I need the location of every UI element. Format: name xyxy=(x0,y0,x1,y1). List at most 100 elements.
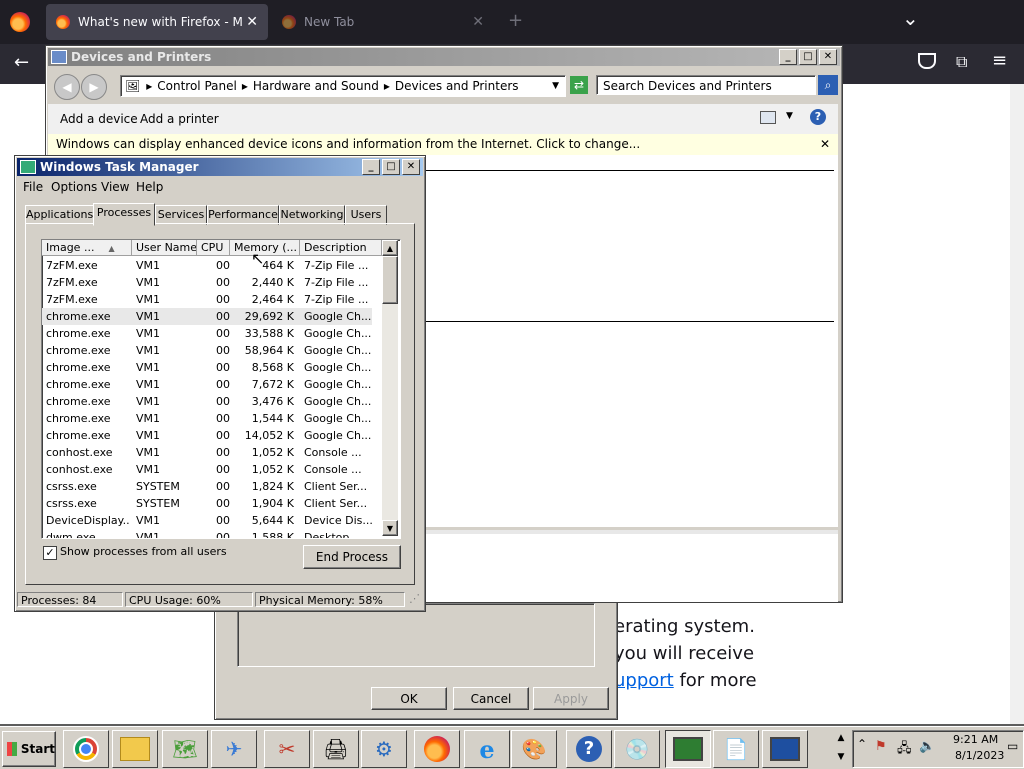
process-list[interactable]: Image ... ▲ User Name CPU Memory (... Des… xyxy=(41,239,401,539)
breadcrumb-devices-printers[interactable]: Devices and Printers xyxy=(395,79,519,93)
end-process-button[interactable]: End Process xyxy=(303,545,401,569)
task-manager-titlebar[interactable]: Windows Task Manager _ □ ✕ xyxy=(17,158,423,176)
menu-icon[interactable]: ≡ xyxy=(992,50,1007,71)
maximize-button[interactable]: □ xyxy=(382,159,400,175)
breadcrumb-hardware-sound[interactable]: Hardware and Sound xyxy=(253,79,379,93)
close-button[interactable]: ✕ xyxy=(402,159,420,175)
tab-networking[interactable]: Networking xyxy=(279,205,345,225)
vertical-scrollbar[interactable]: ▲ ▼ xyxy=(382,240,398,536)
minimize-button[interactable]: _ xyxy=(362,159,380,175)
process-row[interactable]: 7zFM.exe VM1 00 464 K 7-Zip File ... xyxy=(42,257,372,274)
process-row[interactable]: chrome.exe VM1 00 58,964 K Google Ch... xyxy=(42,342,372,359)
firefox-tab-new-tab[interactable]: New Tab ✕ xyxy=(272,4,494,40)
outlook-taskbar-icon[interactable]: ✈ xyxy=(211,730,257,768)
column-header-description[interactable]: Description xyxy=(300,240,382,256)
add-device-button[interactable]: Add a device xyxy=(60,112,138,126)
view-options-icon[interactable] xyxy=(760,111,776,124)
network-taskbar-icon[interactable]: 🗺 xyxy=(162,730,208,768)
firefox-view-icon[interactable] xyxy=(10,12,30,32)
firefox-taskbar-icon[interactable] xyxy=(414,730,460,768)
devices-titlebar[interactable]: Devices and Printers _ □ ✕ xyxy=(48,48,840,66)
process-row[interactable]: chrome.exe VM1 00 3,476 K Google Ch... xyxy=(42,393,372,410)
scroll-down-button[interactable]: ▼ xyxy=(382,520,398,536)
resize-grip-icon[interactable]: ⋰ xyxy=(409,592,420,605)
tab-services[interactable]: Services xyxy=(155,205,207,225)
process-row[interactable]: conhost.exe VM1 00 1,052 K Console ... xyxy=(42,444,372,461)
menu-options[interactable]: Options xyxy=(51,178,97,196)
list-all-tabs-icon[interactable]: ⌄ xyxy=(902,6,919,30)
process-row[interactable]: chrome.exe VM1 00 14,052 K Google Ch... xyxy=(42,427,372,444)
tab-applications[interactable]: Applications xyxy=(25,205,94,225)
task-manager-taskbar-icon[interactable] xyxy=(665,730,711,768)
process-row[interactable]: conhost.exe VM1 00 1,052 K Console ... xyxy=(42,461,372,478)
search-icon[interactable]: ⌕ xyxy=(818,75,838,95)
process-row[interactable]: DeviceDisplay... VM1 00 5,644 K Device Dis..… xyxy=(42,512,372,529)
show-all-users-checkbox[interactable]: ✓ xyxy=(43,546,57,560)
remote-desktop-taskbar-icon[interactable] xyxy=(762,730,808,768)
address-bar[interactable]: 🖼 ▸ Control Panel ▸ Hardware and Sound ▸… xyxy=(120,75,566,97)
minimize-button[interactable]: _ xyxy=(779,49,797,65)
menu-view[interactable]: View xyxy=(101,178,129,196)
tab-users[interactable]: Users xyxy=(345,205,387,225)
ok-button[interactable]: OK xyxy=(371,687,447,710)
chrome-taskbar-icon[interactable] xyxy=(63,730,109,768)
snipping-tool-taskbar-icon[interactable]: ✂ xyxy=(264,730,310,768)
show-desktop-icon[interactable]: ▭ xyxy=(1007,739,1018,753)
scrollbar[interactable] xyxy=(1010,84,1024,724)
maximize-button[interactable]: □ xyxy=(799,49,817,65)
media-taskbar-icon[interactable]: 💿 xyxy=(614,730,660,768)
process-row[interactable]: 7zFM.exe VM1 00 2,440 K 7-Zip File ... xyxy=(42,274,372,291)
column-header-image[interactable]: Image ... ▲ xyxy=(42,240,132,256)
view-dropdown-icon[interactable]: ▼ xyxy=(786,111,793,121)
ie-taskbar-icon[interactable]: e xyxy=(464,730,510,768)
tab-performance[interactable]: Performance xyxy=(207,205,279,225)
help-icon[interactable]: ? xyxy=(810,109,826,125)
help-taskbar-icon[interactable]: ? xyxy=(566,730,612,768)
documents-taskbar-icon[interactable]: 📄 xyxy=(713,730,759,768)
close-button[interactable]: ✕ xyxy=(819,49,837,65)
process-row[interactable]: chrome.exe VM1 00 7,672 K Google Ch... xyxy=(42,376,372,393)
breadcrumb-control-panel[interactable]: Control Panel xyxy=(157,79,237,93)
scroll-up-button[interactable]: ▲ xyxy=(382,240,398,256)
tab-close-icon[interactable]: ✕ xyxy=(246,14,258,30)
refresh-icon[interactable]: ⇄ xyxy=(570,76,588,94)
search-input[interactable]: Search Devices and Printers xyxy=(596,75,816,95)
explorer-taskbar-icon[interactable] xyxy=(112,730,158,768)
add-printer-button[interactable]: Add a printer xyxy=(140,112,219,126)
process-row[interactable]: chrome.exe VM1 00 8,568 K Google Ch... xyxy=(42,359,372,376)
back-arrow-icon[interactable]: ← xyxy=(14,52,29,73)
network-icon[interactable]: 🖧 xyxy=(897,739,912,761)
info-bar-close-icon[interactable]: ✕ xyxy=(820,134,830,155)
taskbar-scroll[interactable]: ▲ ▼ xyxy=(834,729,848,767)
process-row[interactable]: 7zFM.exe VM1 00 2,464 K 7-Zip File ... xyxy=(42,291,372,308)
scroll-thumb[interactable] xyxy=(382,256,398,304)
column-header-cpu[interactable]: CPU xyxy=(197,240,230,256)
control-panel-taskbar-icon[interactable]: ⚙ xyxy=(361,730,407,768)
forward-button[interactable]: ▶ xyxy=(81,74,107,100)
process-row[interactable]: chrome.exe VM1 00 1,544 K Google Ch... xyxy=(42,410,372,427)
cancel-button[interactable]: Cancel xyxy=(453,687,529,710)
clock-time[interactable]: 9:21 AM xyxy=(953,733,998,746)
back-button[interactable]: ◀ xyxy=(54,74,80,100)
start-button[interactable]: Start xyxy=(2,731,56,767)
extensions-icon[interactable]: ⧉ xyxy=(956,52,967,72)
column-header-memory[interactable]: Memory (... xyxy=(230,240,300,256)
show-hidden-icons[interactable]: ⌃ xyxy=(857,737,867,751)
firefox-tab-whats-new[interactable]: What's new with Firefox - More pr ✕ xyxy=(46,4,268,40)
process-row[interactable]: chrome.exe VM1 00 29,692 K Google Ch... xyxy=(42,308,372,325)
process-row[interactable]: csrss.exe SYSTEM 00 1,904 K Client Ser... xyxy=(42,495,372,512)
action-center-icon[interactable]: ⚑ xyxy=(875,739,887,754)
tab-close-icon[interactable]: ✕ xyxy=(472,14,484,30)
menu-file[interactable]: File xyxy=(23,178,43,196)
process-row[interactable]: chrome.exe VM1 00 33,588 K Google Ch... xyxy=(42,325,372,342)
pocket-icon[interactable] xyxy=(918,53,936,69)
clock-date[interactable]: 8/1/2023 xyxy=(955,749,1004,762)
new-tab-icon[interactable]: + xyxy=(508,10,523,31)
apply-button[interactable]: Apply xyxy=(533,687,609,710)
process-row[interactable]: dwm.exe VM1 00 1,588 K Desktop ... xyxy=(42,529,372,538)
address-dropdown-icon[interactable]: ▼ xyxy=(552,81,559,91)
paint-taskbar-icon[interactable]: 🎨 xyxy=(511,730,557,768)
menu-help[interactable]: Help xyxy=(136,178,163,196)
show-all-users-label[interactable]: Show processes from all users xyxy=(60,545,227,558)
info-bar[interactable]: Windows can display enhanced device icon… xyxy=(48,134,838,155)
